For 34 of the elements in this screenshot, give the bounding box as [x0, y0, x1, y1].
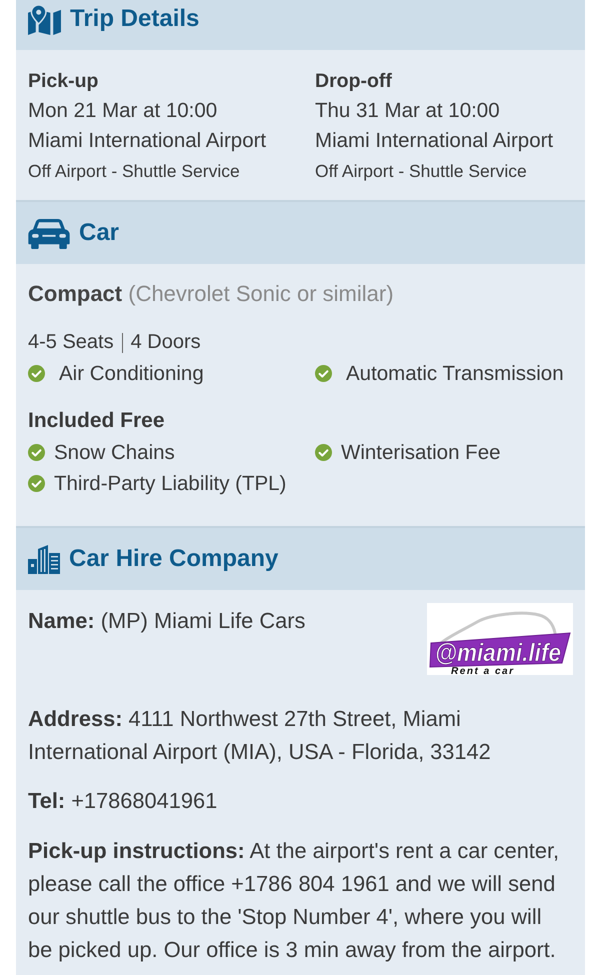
included-free-heading: Included Free [28, 408, 166, 434]
included-item-label: Snow Chains [54, 440, 175, 466]
spec-text: 4-5 Seats [28, 330, 114, 355]
included-item-label: Third-Party Liability (TPL) [54, 471, 286, 497]
logo-tagline: Rent a car [451, 666, 513, 675]
feature-label: Air Conditioning [59, 361, 204, 387]
map-icon [28, 4, 61, 34]
car-model-text: Compact (Chevrolet Sonic or similar) [28, 280, 395, 308]
section-title: Car Hire Company [69, 545, 278, 573]
included-item-label: Winterisation Fee [341, 440, 501, 466]
feature-label: Automatic Transmission [346, 361, 564, 387]
section-title: Car [79, 219, 120, 247]
date-time-text: Mon 21 Mar at 10:00 [28, 98, 218, 124]
location-text: Miami International Airport [28, 128, 266, 154]
detail-text: Pick-up instructions: At the airport's rent a car center, please call the office +1786 804 1961 and we will send our shuttle bus to the 'Stop Number 4', where you will be picked up. Our office is 3 min away from the airport. [28, 836, 560, 964]
logo-wordmark: @miami.life [429, 632, 573, 668]
service-text: Off Airport - Shuttle Service [315, 160, 527, 183]
check-icon [315, 444, 332, 461]
date-time-text: Thu 31 Mar at 10:00 [315, 98, 500, 124]
service-text: Off Airport - Shuttle Service [28, 160, 240, 183]
building-icon [28, 544, 60, 574]
check-icon [315, 365, 332, 382]
stop-label: Pick-up [28, 69, 98, 94]
check-icon [28, 475, 45, 492]
spec-text: 4 Doors [130, 330, 201, 355]
detail-text: Name: (MP) Miami Life Cars [28, 607, 306, 635]
section-title: Trip Details [70, 5, 200, 33]
detail-text: Tel: +17868041961 [28, 787, 218, 816]
car-icon [28, 218, 70, 248]
check-icon [28, 444, 45, 461]
check-icon [28, 365, 45, 382]
stop-label: Drop-off [315, 69, 392, 94]
location-text: Miami International Airport [315, 128, 554, 154]
detail-text: Address: 4111 Northwest 27th Street, Miami International Airport (MIA), USA - Florida, 33142 [28, 705, 492, 766]
